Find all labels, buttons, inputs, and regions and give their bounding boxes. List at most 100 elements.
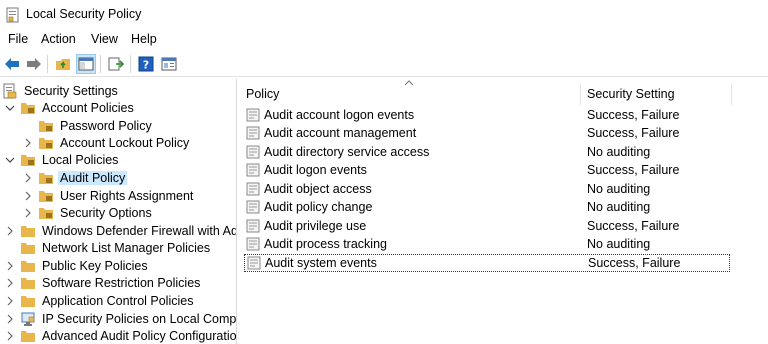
title-bar: Local Security Policy [0, 0, 768, 30]
chevron-right-icon[interactable] [22, 207, 34, 219]
help-icon: ? [138, 56, 154, 72]
properties-icon [161, 57, 177, 71]
menu-action[interactable]: Action [39, 32, 78, 46]
security-setting-value: No auditing [587, 200, 651, 214]
security-setting-value: Success, Failure [587, 219, 680, 233]
chevron-right-icon[interactable] [4, 225, 16, 237]
tree-root-security-settings[interactable]: Security Settings [2, 82, 120, 100]
tree-item-user-rights-assignment[interactable]: User Rights Assignment [22, 187, 195, 205]
tree-label: Security Options [60, 206, 152, 220]
security-setting-value: Success, Failure [587, 126, 680, 140]
help-button[interactable]: ? [136, 54, 156, 74]
export-list-button[interactable] [106, 54, 126, 74]
chevron-right-icon[interactable] [22, 137, 34, 149]
list-row-audit-privilege-use[interactable]: Audit privilege use Success, Failure [244, 217, 730, 235]
chevron-down-icon[interactable] [4, 154, 16, 166]
forward-icon [27, 58, 41, 70]
menu-file[interactable]: File [6, 32, 30, 46]
policy-name: Audit logon events [264, 163, 367, 177]
chevron-right-icon[interactable] [4, 313, 16, 325]
list-row-audit-account-logon-events[interactable]: Audit account logon events Success, Fail… [244, 106, 730, 124]
policy-name: Audit process tracking [264, 237, 387, 251]
policy-name: Audit directory service access [264, 145, 430, 159]
security-policy-app-icon [6, 7, 19, 23]
show-hide-console-tree-button[interactable] [76, 54, 96, 74]
toolbar: ? [0, 51, 768, 77]
column-header-security-setting[interactable]: Security Setting [581, 83, 731, 105]
tree-item-account-lockout-policy[interactable]: Account Lockout Policy [22, 134, 191, 152]
ip-security-icon [21, 312, 35, 326]
list-row-audit-system-events[interactable]: Audit system events Success, Failure [244, 254, 730, 272]
folder-icon [21, 243, 35, 254]
menu-view[interactable]: View [89, 32, 120, 46]
policy-folder-icon [39, 173, 53, 184]
chevron-right-icon[interactable] [4, 295, 16, 307]
security-setting-value: Success, Failure [587, 108, 680, 122]
policy-folder-icon [39, 208, 53, 219]
tree-item-advanced-audit-policy[interactable]: Advanced Audit Policy Configuration [4, 327, 236, 344]
back-icon [5, 58, 19, 70]
tree-label: Application Control Policies [42, 294, 194, 308]
policy-setting-icon [246, 182, 260, 196]
svg-text:?: ? [143, 59, 149, 72]
list-row-audit-process-tracking[interactable]: Audit process tracking No auditing [244, 235, 730, 253]
list-row-audit-directory-service-access[interactable]: Audit directory service access No auditi… [244, 143, 730, 161]
tree-item-security-options[interactable]: Security Options [22, 204, 154, 222]
tree-item-account-policies[interactable]: Account Policies [4, 99, 136, 117]
back-button[interactable] [2, 54, 22, 74]
list-row-audit-object-access[interactable]: Audit object access No auditing [244, 180, 730, 198]
up-folder-icon [56, 59, 70, 70]
tree-label: IP Security Policies on Local Compute [42, 312, 237, 326]
tree-item-local-policies[interactable]: Local Policies [4, 151, 120, 169]
properties-button[interactable] [159, 54, 179, 74]
list-row-audit-policy-change[interactable]: Audit policy change No auditing [244, 198, 730, 216]
policy-name: Audit privilege use [264, 219, 367, 233]
column-header-policy[interactable]: Policy [240, 83, 580, 105]
tree-item-public-key-policies[interactable]: Public Key Policies [4, 257, 150, 275]
security-setting-value: No auditing [587, 182, 651, 196]
console-tree: Security Settings Account Policies Passw… [0, 79, 237, 344]
chevron-right-icon[interactable] [4, 260, 16, 272]
tree-label: Password Policy [60, 119, 152, 133]
policy-name: Audit object access [264, 182, 372, 196]
policy-list-view: Policy Security Setting Audit account lo… [240, 79, 768, 344]
folder-icon [21, 226, 35, 237]
menu-bar: File Action View Help [0, 30, 768, 50]
tree-item-ip-security-policies[interactable]: IP Security Policies on Local Compute [4, 310, 237, 328]
show-hide-tree-icon [78, 57, 94, 71]
policy-setting-icon [246, 163, 260, 177]
chevron-right-icon[interactable] [22, 190, 34, 202]
tree-item-password-policy[interactable]: Password Policy [38, 117, 154, 135]
chevron-right-icon[interactable] [22, 172, 34, 184]
security-setting-value: Success, Failure [588, 256, 681, 270]
tree-item-windows-defender-firewall[interactable]: Windows Defender Firewall with Adva [4, 222, 236, 240]
list-row-audit-logon-events[interactable]: Audit logon events Success, Failure [244, 161, 730, 179]
window-title: Local Security Policy [26, 7, 142, 21]
tree-item-software-restriction-policies[interactable]: Software Restriction Policies [4, 274, 202, 292]
policy-setting-icon [246, 126, 260, 140]
chevron-right-icon[interactable] [4, 277, 16, 289]
chevron-down-icon[interactable] [4, 102, 16, 114]
tree-item-audit-policy[interactable]: Audit Policy [22, 169, 128, 187]
tree-item-application-control-policies[interactable]: Application Control Policies [4, 292, 195, 310]
column-divider[interactable] [731, 83, 732, 105]
policy-name: Audit account logon events [264, 108, 415, 122]
policy-setting-icon [246, 237, 260, 251]
menu-help[interactable]: Help [129, 32, 159, 46]
tree-label: Audit Policy [58, 171, 128, 185]
forward-button[interactable] [24, 54, 44, 74]
tree-label: Local Policies [42, 153, 119, 167]
tree-label: Security Settings [24, 84, 118, 98]
tree-label: Account Policies [42, 101, 134, 115]
list-row-audit-account-management[interactable]: Audit account management Success, Failur… [244, 124, 730, 142]
chevron-right-icon[interactable] [4, 330, 16, 342]
tree-item-network-list-manager[interactable]: Network List Manager Policies [20, 239, 212, 257]
policy-name: Audit system events [265, 256, 377, 270]
tree-label: User Rights Assignment [60, 189, 194, 203]
policy-folder-icon [39, 121, 53, 132]
policy-name: Audit account management [264, 126, 417, 140]
tree-label: Network List Manager Policies [42, 241, 211, 255]
up-one-level-button[interactable] [53, 54, 73, 74]
tree-label: Account Lockout Policy [60, 136, 190, 150]
toolbar-separator [100, 55, 101, 73]
